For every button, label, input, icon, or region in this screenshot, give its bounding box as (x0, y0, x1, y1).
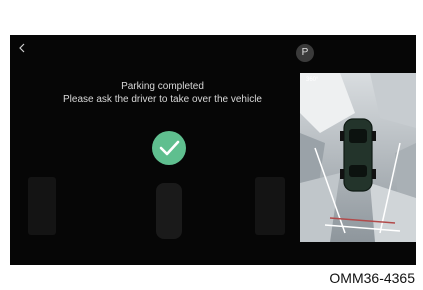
vehicle-silhouette (156, 183, 182, 239)
parking-screen: Parking completed Please ask the driver … (10, 35, 416, 265)
checkmark-icon (159, 140, 180, 156)
back-button[interactable] (17, 41, 31, 57)
parking-slot-graphic-left (28, 177, 56, 235)
parking-slot-graphic-right (255, 177, 285, 235)
parking-complete-badge (152, 131, 186, 165)
figure-caption: OMM36-4365 (329, 270, 415, 286)
chevron-left-icon (19, 43, 25, 53)
surround-camera-view[interactable]: 360° (300, 73, 416, 242)
camera-view-image (300, 73, 416, 242)
view-360-label: 360° (306, 77, 319, 83)
status-message: Please ask the driver to take over the v… (63, 94, 262, 105)
status-title: Parking completed (121, 81, 204, 92)
gear-indicator-badge: P (296, 44, 314, 62)
